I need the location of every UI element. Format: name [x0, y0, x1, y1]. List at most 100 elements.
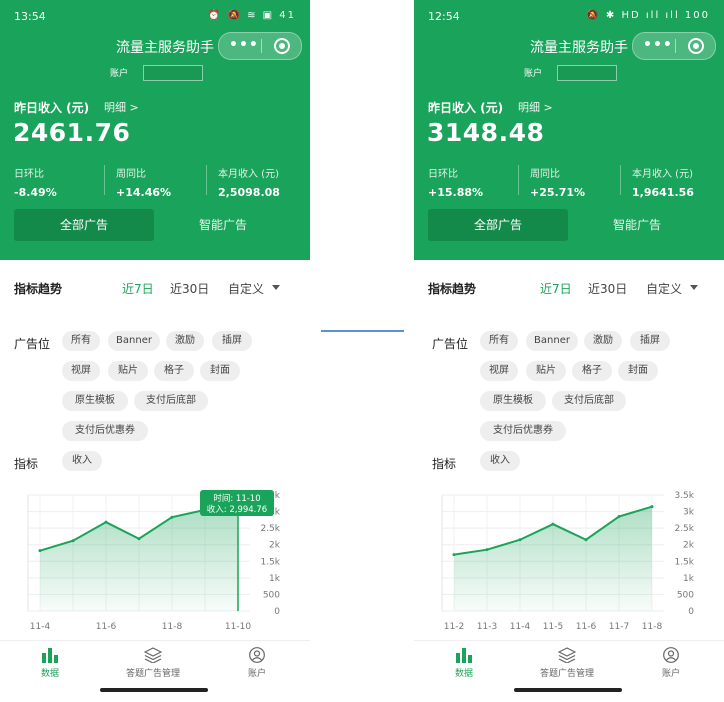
chip-patch[interactable]: 贴片: [108, 361, 148, 381]
account-selector[interactable]: [557, 65, 617, 81]
bar-chart-icon: [456, 648, 472, 663]
chip-income[interactable]: 收入: [62, 451, 102, 471]
stat-month: 本月收入 (元) 2,5098.08: [218, 165, 280, 199]
chip-interstitial[interactable]: 插屏: [212, 331, 252, 351]
range-7d[interactable]: 近7日: [122, 280, 154, 297]
x-tick-label: 11-6: [96, 622, 117, 632]
tab-smart-ads[interactable]: 智能广告: [160, 209, 286, 241]
tab-account[interactable]: 账户: [621, 647, 721, 679]
x-tick-label: 11-3: [477, 622, 497, 632]
y-tick-label: 2.5k: [260, 524, 280, 534]
chip-native-template[interactable]: 原生模板: [480, 391, 546, 411]
stat-label: 周同比: [116, 169, 146, 180]
status-time: 13:54: [14, 10, 46, 23]
chevron-down-icon[interactable]: [272, 285, 280, 290]
chip-cover[interactable]: 封面: [200, 361, 240, 381]
close-target-icon[interactable]: [688, 38, 704, 54]
tab-account[interactable]: 账户: [207, 647, 307, 679]
chip-income[interactable]: 收入: [480, 451, 520, 471]
x-tick-label: 11-6: [576, 622, 597, 632]
range-custom[interactable]: 自定义: [646, 280, 682, 297]
x-tick-label: 11-2: [444, 622, 464, 632]
close-target-icon[interactable]: [274, 38, 290, 54]
y-tick-label: 2k: [269, 541, 281, 551]
y-tick-label: 1k: [683, 574, 695, 584]
tab-data[interactable]: 数据: [414, 647, 514, 679]
detail-link[interactable]: 明细 >: [104, 99, 139, 115]
income-chart[interactable]: 05001k1.5k2k2.5k3k3.5k11-411-611-811-10时…: [0, 478, 310, 638]
stat-label: 日环比: [428, 169, 458, 180]
data-point: [551, 522, 555, 526]
range-custom[interactable]: 自定义: [228, 280, 264, 297]
chip-after-pay-bottom[interactable]: 支付后底部: [552, 391, 626, 411]
chip-grid[interactable]: 格子: [154, 361, 194, 381]
more-icon[interactable]: •••: [643, 37, 673, 53]
mini-program-capsule[interactable]: •••: [632, 32, 716, 60]
income-label: 昨日收入 (元): [14, 101, 90, 115]
chevron-down-icon[interactable]: [690, 285, 698, 290]
income-value: 3148.48: [427, 118, 545, 147]
chip-after-pay-coupon[interactable]: 支付后优惠券: [480, 421, 566, 441]
range-30d[interactable]: 近30日: [170, 280, 209, 297]
y-tick-label: 1.5k: [674, 557, 694, 567]
data-point: [617, 515, 621, 519]
chip-reward[interactable]: 激励: [584, 331, 622, 351]
tab-data[interactable]: 数据: [0, 647, 100, 679]
tab-ad-management[interactable]: 答题广告管理: [517, 647, 617, 679]
stat-label: 日环比: [14, 169, 44, 180]
detail-link[interactable]: 明细 >: [518, 99, 553, 115]
tab-label: 账户: [247, 669, 266, 679]
more-icon[interactable]: •••: [229, 37, 259, 53]
chip-all[interactable]: 所有: [480, 331, 518, 351]
y-tick-label: 1.5k: [260, 557, 280, 567]
stat-value: +15.88%: [428, 186, 484, 199]
chip-reward[interactable]: 激励: [166, 331, 204, 351]
chip-video[interactable]: 视屏: [62, 361, 100, 381]
chip-patch[interactable]: 贴片: [526, 361, 566, 381]
chip-banner[interactable]: Banner: [108, 331, 160, 351]
chip-video[interactable]: 视屏: [480, 361, 518, 381]
user-icon: [249, 647, 265, 663]
range-30d[interactable]: 近30日: [588, 280, 627, 297]
chip-banner[interactable]: Banner: [526, 331, 578, 351]
stat-label: 本月收入 (元): [218, 169, 279, 180]
x-tick-label: 11-8: [642, 622, 663, 632]
x-tick-label: 11-4: [510, 622, 531, 632]
account-selector[interactable]: [143, 65, 203, 81]
chip-interstitial[interactable]: 插屏: [630, 331, 670, 351]
chip-after-pay-coupon[interactable]: 支付后优惠券: [62, 421, 148, 441]
status-icons: 🔕 ✱ HD ıll ıll 100: [586, 10, 710, 21]
status-bar: 13:54 ⏰ 🔕 ≋ ▣ 41: [14, 10, 296, 24]
tab-smart-ads[interactable]: 智能广告: [574, 209, 700, 241]
chip-native-template[interactable]: 原生模板: [62, 391, 128, 411]
tooltip-value: 收入: 2,994.76: [207, 504, 267, 515]
x-tick-label: 11-5: [543, 622, 563, 632]
y-tick-label: 0: [274, 607, 280, 617]
stat-week: 周同比 +14.46%: [116, 165, 171, 199]
tab-ad-management[interactable]: 答题广告管理: [103, 647, 203, 679]
tab-all-ads[interactable]: 全部广告: [14, 209, 154, 241]
data-point: [584, 538, 588, 542]
metric-label: 指标: [14, 457, 39, 471]
income-chart[interactable]: 0 500 1k 1.5k 2k 2.5k 3k 3.5k 11-2 11-3 11-4 11-5 11…: [414, 478, 724, 638]
chip-grid[interactable]: 格子: [572, 361, 612, 381]
home-indicator: [100, 688, 208, 692]
stat-label: 周同比: [530, 169, 560, 180]
mini-program-capsule[interactable]: •••: [218, 32, 302, 60]
x-tick-label: 11-8: [162, 622, 183, 632]
phone-screen-right: 12:54 🔕 ✱ HD ıll ıll 100 流量主服务助手 ••• 账户 …: [414, 0, 724, 702]
chip-cover[interactable]: 封面: [618, 361, 658, 381]
chip-after-pay-bottom[interactable]: 支付后底部: [134, 391, 208, 411]
phone-screen-left: 13:54 ⏰ 🔕 ≋ ▣ 41 流量主服务助手 ••• 账户 昨日收入 (元)…: [0, 0, 310, 702]
tooltip-time: 时间: 11-10: [213, 493, 260, 504]
tab-bar: 数据 答题广告管理 账户: [414, 640, 724, 691]
ad-position-label: 广告位: [14, 337, 51, 351]
tab-all-ads[interactable]: 全部广告: [428, 209, 568, 241]
y-tick-label: 2.5k: [674, 524, 694, 534]
ad-position-label: 广告位: [432, 337, 469, 351]
range-7d[interactable]: 近7日: [540, 280, 572, 297]
metric-label: 指标: [432, 457, 457, 471]
chip-all[interactable]: 所有: [62, 331, 100, 351]
y-tick-label: 1k: [269, 574, 281, 584]
data-point: [104, 520, 108, 524]
